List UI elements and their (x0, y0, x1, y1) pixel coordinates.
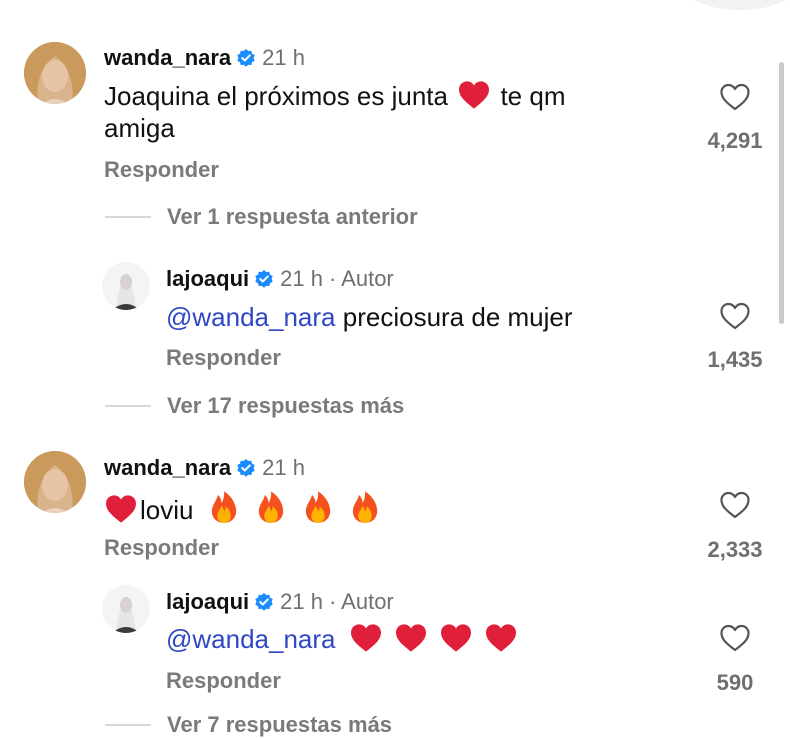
author-tag: · Autor (328, 589, 394, 614)
avatar[interactable] (24, 451, 86, 513)
mention-link[interactable]: @wanda_nara (166, 624, 336, 654)
fire-emoji (258, 491, 284, 523)
timestamp: 21 h (280, 266, 323, 291)
comment-text: @wanda_nara (166, 623, 686, 655)
avatar[interactable] (102, 585, 150, 633)
reply-button[interactable]: Responder (104, 157, 219, 183)
verified-badge-icon (255, 270, 273, 288)
like-count: 590 (716, 670, 754, 695)
heart-outline-icon[interactable] (719, 81, 751, 113)
view-replies-button[interactable]: Ver 7 respuestas más (105, 712, 392, 738)
username[interactable]: lajoaqui (166, 589, 249, 614)
comment-text: Joaquina el próximos es junta te qm amig… (104, 80, 634, 144)
comment-text-part: Joaquina el próximos es junta (104, 81, 448, 111)
fire-emoji (306, 491, 331, 523)
replies-divider (105, 405, 151, 407)
reply-button[interactable]: Responder (166, 345, 281, 371)
view-replies-label: Ver 1 respuesta anterior (167, 204, 418, 229)
replies-divider (105, 724, 151, 726)
red-heart-emoji (350, 624, 381, 652)
username[interactable]: wanda_nara (104, 455, 231, 480)
view-replies-label: Ver 17 respuestas más (167, 393, 405, 418)
replies-divider (105, 216, 151, 218)
red-heart-emoji (395, 624, 426, 652)
author-tag: · Autor (328, 266, 394, 291)
like-count: 2,333 (707, 537, 763, 562)
heart-outline-icon[interactable] (719, 300, 751, 332)
reply-button[interactable]: Responder (166, 668, 281, 694)
comment-header: lajoaqui 21 h · Autor (166, 589, 394, 615)
comment-text: @wanda_nara preciosura de mujer (166, 301, 686, 333)
view-replies-label: Ver 7 respuestas más (167, 712, 393, 737)
scrollbar[interactable] (779, 62, 784, 324)
view-replies-button[interactable]: Ver 1 respuesta anterior (105, 204, 418, 230)
red-heart-emoji (486, 624, 517, 652)
verified-badge-icon (237, 459, 255, 477)
red-heart-emoji (441, 624, 472, 652)
red-heart-emoji (459, 81, 490, 109)
comment-header: wanda_nara 21 h (104, 455, 305, 481)
reply-button[interactable]: Responder (104, 535, 219, 561)
view-replies-button[interactable]: Ver 17 respuestas más (105, 393, 404, 419)
verified-badge-icon (255, 593, 273, 611)
timestamp: 21 h (262, 455, 305, 480)
timestamp: 21 h (280, 589, 323, 614)
red-heart-emoji (106, 495, 136, 523)
timestamp: 21 h (262, 45, 305, 70)
comment-text-part: preciosura de mujer (342, 302, 573, 332)
comment-header: wanda_nara 21 h (104, 45, 305, 71)
fire-emoji (353, 491, 378, 523)
like-count: 1,435 (707, 347, 763, 372)
mention-link[interactable]: @wanda_nara (166, 302, 336, 332)
heart-outline-icon[interactable] (719, 489, 751, 521)
like-count: 4,291 (707, 128, 763, 153)
floating-button-edge (670, 0, 790, 10)
fire-emoji (211, 491, 236, 523)
username[interactable]: lajoaqui (166, 266, 249, 291)
heart-outline-icon[interactable] (719, 622, 751, 654)
verified-badge-icon (237, 49, 255, 67)
avatar[interactable] (102, 262, 150, 310)
comment-header: lajoaqui 21 h · Autor (166, 266, 394, 292)
username[interactable]: wanda_nara (104, 45, 231, 70)
avatar[interactable] (24, 42, 86, 104)
comment-text: loviu (104, 490, 634, 526)
comment-text-part: loviu (140, 495, 194, 525)
